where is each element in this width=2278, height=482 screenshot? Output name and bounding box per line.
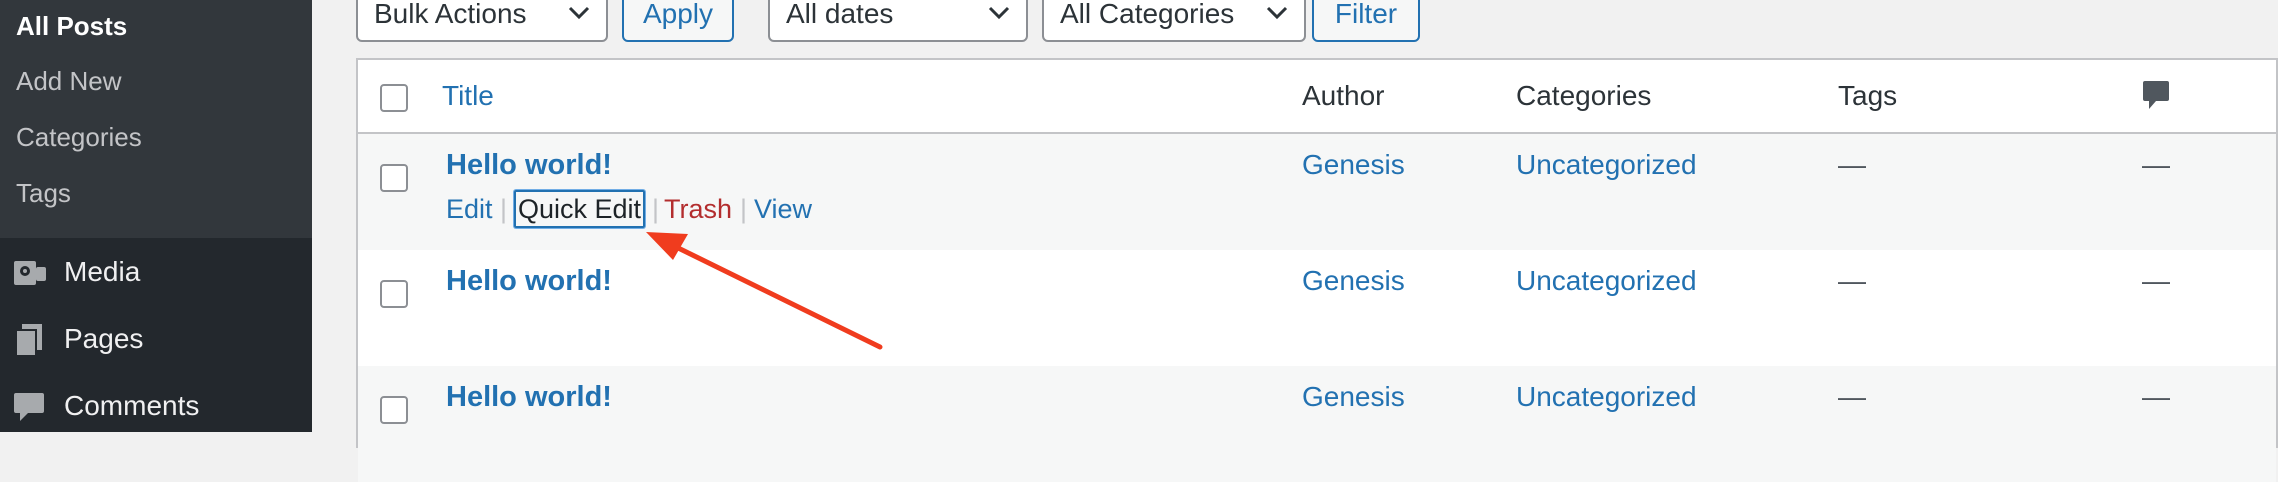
chevron-down-icon <box>568 6 590 20</box>
row-action-separator: | <box>740 194 748 224</box>
posts-content: Bulk Actions Apply All dates All Categor… <box>312 0 2278 482</box>
comment-bubble-icon[interactable] <box>2142 80 2170 112</box>
submenu-all-posts[interactable]: All Posts <box>16 11 127 41</box>
submenu-tags[interactable]: Tags <box>16 178 71 208</box>
tags-cell: — <box>1838 265 1866 296</box>
menu-media-label: Media <box>64 256 141 287</box>
row-action-separator: | <box>652 194 660 224</box>
view-link[interactable]: View <box>754 192 812 226</box>
post-title-link[interactable]: Hello world! <box>446 264 612 298</box>
dates-filter-value: All dates <box>786 0 894 29</box>
tags-cell: — <box>1838 381 1866 412</box>
dates-filter-select[interactable]: All dates <box>768 0 1028 42</box>
post-title-link[interactable]: Hello world! <box>446 380 612 414</box>
menu-pages-label: Pages <box>64 323 144 354</box>
menu-media[interactable]: Media <box>0 243 312 301</box>
menu-comments-label: Comments <box>64 390 200 421</box>
comments-cell: — <box>2142 149 2170 180</box>
edit-link[interactable]: Edit <box>446 192 493 226</box>
table-header: Title Author Categories Tags <box>358 60 2276 134</box>
apply-button[interactable]: Apply <box>622 0 734 42</box>
bulk-actions-select[interactable]: Bulk Actions <box>356 0 608 42</box>
category-link[interactable]: Uncategorized <box>1516 264 1697 298</box>
trash-link[interactable]: Trash <box>664 192 732 226</box>
comments-cell: — <box>2142 265 2170 296</box>
chevron-down-icon <box>988 6 1010 20</box>
comments-icon <box>14 393 44 421</box>
select-all-checkbox[interactable] <box>380 84 408 112</box>
table-row: Hello world! Genesis Uncategorized — — <box>358 250 2276 366</box>
row-checkbox[interactable] <box>380 164 408 192</box>
menu-comments[interactable]: Comments <box>0 377 312 435</box>
author-link[interactable]: Genesis <box>1302 148 1405 182</box>
column-author-header: Author <box>1302 80 1385 111</box>
posts-table: Title Author Categories Tags Hello world… <box>356 58 2278 482</box>
column-title-header[interactable]: Title <box>442 80 494 112</box>
tags-cell: — <box>1838 149 1866 180</box>
pages-icon <box>15 324 42 356</box>
submenu-add-new[interactable]: Add New <box>16 66 122 96</box>
row-checkbox[interactable] <box>380 280 408 308</box>
author-link[interactable]: Genesis <box>1302 264 1405 298</box>
menu-pages[interactable]: Pages <box>0 310 312 368</box>
post-title-link[interactable]: Hello world! <box>446 148 612 182</box>
author-link[interactable]: Genesis <box>1302 380 1405 414</box>
posts-submenu: All Posts Add New Categories Tags <box>0 0 312 238</box>
chevron-down-icon <box>1266 6 1288 20</box>
column-categories-header: Categories <box>1516 80 1652 111</box>
filter-button[interactable]: Filter <box>1312 0 1420 42</box>
row-action-separator: | <box>500 194 508 224</box>
submenu-categories[interactable]: Categories <box>16 122 142 152</box>
quick-edit-link[interactable]: Quick Edit <box>514 190 646 228</box>
media-icon <box>14 261 46 285</box>
column-tags-header: Tags <box>1838 80 1898 111</box>
category-link[interactable]: Uncategorized <box>1516 380 1697 414</box>
categories-filter-value: All Categories <box>1060 0 1235 29</box>
table-row: Hello world! Genesis Uncategorized — — <box>358 366 2276 482</box>
tablenav-top: Bulk Actions Apply All dates All Categor… <box>312 0 2278 50</box>
table-row: Hello world! Edit | Quick Edit | Trash |… <box>358 134 2276 250</box>
bulk-actions-value: Bulk Actions <box>374 0 527 29</box>
category-link[interactable]: Uncategorized <box>1516 148 1697 182</box>
categories-filter-select[interactable]: All Categories <box>1042 0 1306 42</box>
row-checkbox[interactable] <box>380 396 408 424</box>
comments-cell: — <box>2142 381 2170 412</box>
admin-sidebar: All Posts Add New Categories Tags Media … <box>0 0 312 432</box>
